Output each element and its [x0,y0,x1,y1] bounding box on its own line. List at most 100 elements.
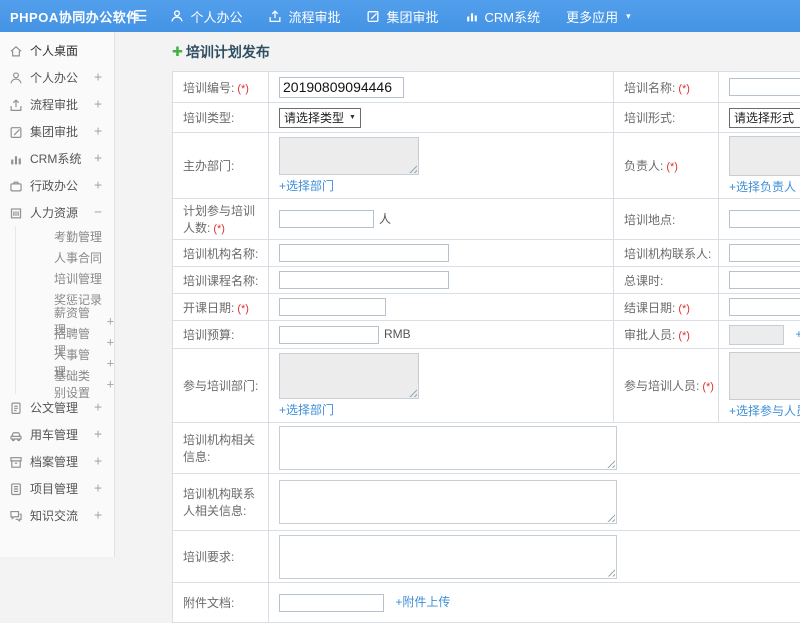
select-approver-link[interactable]: +选择审批人员 [795,327,800,341]
expand-icon[interactable]: + [94,97,102,112]
label-org-name: 培训机构名称: [173,240,269,267]
sidebar-subitem-hr-contract[interactable]: 人事合同 [16,247,114,268]
expand-icon[interactable]: + [94,454,102,469]
host-dept-box[interactable] [279,137,419,175]
upload-icon [9,98,23,112]
org-name-input[interactable] [279,244,449,262]
sidebar-subitem-attendance[interactable]: 考勤管理 [16,226,114,247]
nav-group-approval[interactable]: 集团审批 [366,7,438,26]
hamburger-menu-icon[interactable]: ☰ [134,9,147,24]
expand-icon[interactable]: + [94,481,102,496]
attachment-input[interactable] [279,594,384,612]
end-date-input[interactable] [729,298,800,316]
required-mark: (*) [666,161,678,173]
sidebar-subitem-base-category[interactable]: 基础类别设置+ [16,373,114,394]
location-input[interactable] [729,210,800,228]
row-join-dept-people: 参与培训部门: +选择部门 参与培训人员:(*) +选择参与人员 [173,349,800,423]
org-info-textarea[interactable] [279,426,617,470]
nav-crm-system[interactable]: CRM系统 [465,7,541,26]
sidebar-item-admin-office[interactable]: 行政办公 + [0,172,114,199]
label-training-form: 培训形式: [614,103,719,133]
label-total-hours: 总课时: [614,267,719,294]
sidebar-item-personal-office[interactable]: 个人办公 + [0,64,114,91]
sidebar-item-projects[interactable]: 项目管理 + [0,475,114,502]
training-name-input[interactable] [729,78,800,96]
required-mark: (*) [678,303,690,315]
expand-icon[interactable]: + [94,151,102,166]
expand-icon[interactable]: + [94,70,102,85]
expand-icon[interactable]: + [107,356,114,370]
start-date-input[interactable] [279,298,386,316]
sidebar-item-knowledge[interactable]: 知识交流 + [0,502,114,529]
label-org-contact: 培训机构联系人: [614,240,719,267]
org-contact-input[interactable] [729,244,800,262]
total-hours-input[interactable] [729,271,800,289]
row-type-form: 培训类型: 请选择类型 ▼ 培训形式: 请选择形式 ▼ [173,103,800,133]
training-no-input[interactable] [279,77,404,98]
sidebar-item-personal-desktop[interactable]: 个人桌面 [0,37,114,64]
required-mark: (*) [237,303,249,315]
sidebar-item-archives[interactable]: 档案管理 + [0,448,114,475]
approver-box[interactable] [729,325,784,345]
budget-input[interactable] [279,326,379,344]
training-form-select[interactable]: 请选择形式 ▼ [729,108,800,128]
select-join-dept-link[interactable]: +选择部门 [279,401,334,418]
leader-box[interactable] [729,136,800,176]
label-planned-count: 计划参与培训人数:(*) [173,199,269,240]
user-icon [9,71,23,85]
select-leader-link[interactable]: +选择负责人 [729,178,796,195]
sidebar-item-group-approval[interactable]: 集团审批 + [0,118,114,145]
required-mark: (*) [678,330,690,342]
resize-handle[interactable] [607,460,615,468]
resize-handle[interactable] [409,389,417,397]
join-people-box[interactable] [729,352,800,400]
home-icon [9,44,23,58]
required-mark: (*) [702,381,714,393]
resize-handle[interactable] [607,514,615,522]
label-budget: 培训预算: [173,321,269,349]
label-training-type: 培训类型: [173,103,269,133]
row-dates: 开课日期:(*) 结课日期:(*) [173,294,800,321]
sidebar-item-vehicle[interactable]: 用车管理 + [0,421,114,448]
training-type-select[interactable]: 请选择类型 ▼ [279,108,361,128]
sidebar-item-crm[interactable]: CRM系统 + [0,145,114,172]
archive-icon [9,455,23,469]
nav-workflow-approval[interactable]: 流程审批 [268,7,340,26]
nav-label: CRM系统 [485,7,541,26]
required-mark: (*) [213,223,225,235]
select-join-people-link[interactable]: +选择参与人员 [729,402,800,419]
org-contact-info-textarea[interactable] [279,480,617,524]
expand-icon[interactable]: + [94,400,102,415]
resize-handle[interactable] [409,165,417,173]
expand-icon[interactable]: + [94,508,102,523]
training-plan-form: 培训编号:(*) 培训名称:(*) 培训类型: 请选择类型 ▼ 培训形式: 请选… [172,71,800,623]
label-host-dept: 主办部门: [173,133,269,199]
expand-icon[interactable]: + [94,124,102,139]
label-training-name: 培训名称:(*) [614,72,719,103]
chat-icon [9,509,23,523]
top-navigation: 个人办公 流程审批 集团审批 CRM系统 更多应用 ▾ [157,7,643,26]
sidebar-subitem-training[interactable]: 培训管理 [16,268,114,289]
sidebar-item-workflow-approval[interactable]: 流程审批 + [0,91,114,118]
expand-icon[interactable]: + [107,377,114,391]
planned-count-input[interactable] [279,210,374,228]
select-dept-link[interactable]: +选择部门 [279,177,334,194]
resize-handle[interactable] [607,569,615,577]
expand-icon[interactable]: + [94,427,102,442]
nav-more-apps[interactable]: 更多应用 ▾ [566,7,631,26]
expand-icon[interactable]: + [94,178,102,193]
course-name-input[interactable] [279,271,449,289]
row-count-location: 计划参与培训人数:(*) 人 培训地点: [173,199,800,240]
sidebar-item-official-docs[interactable]: 公文管理 + [0,394,114,421]
collapse-icon[interactable]: − [94,205,102,220]
upload-icon [268,9,282,23]
join-dept-box[interactable] [279,353,419,399]
nav-personal-office[interactable]: 个人办公 [170,7,242,26]
expand-icon[interactable]: + [107,335,114,349]
expand-icon[interactable]: + [107,314,114,328]
row-training-no-name: 培训编号:(*) 培训名称:(*) [173,72,800,103]
attachment-upload-link[interactable]: +附件上传 [395,595,450,609]
sidebar-item-human-resources[interactable]: 人力资源 − [0,199,114,226]
car-icon [9,428,23,442]
label-attachment: 附件文档: [173,583,269,623]
